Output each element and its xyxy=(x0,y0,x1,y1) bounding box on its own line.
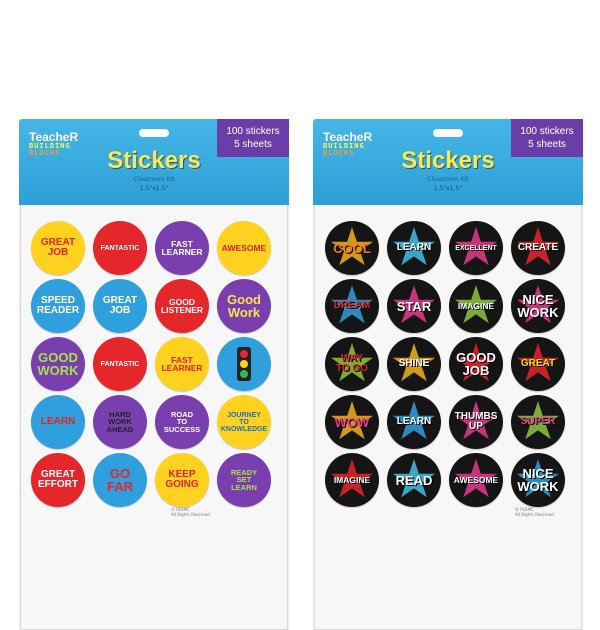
pack-subtitle: Classroom Kit xyxy=(133,176,175,183)
sticker-text: AWESOME xyxy=(221,242,267,253)
sticker: COOL xyxy=(325,221,379,275)
sticker-text: WAY TO GO xyxy=(335,353,369,374)
sticker-text: GOOD WORK xyxy=(37,350,79,378)
sticker: LEARN xyxy=(387,221,441,275)
sticker-text: FAST LEARNER xyxy=(161,354,203,373)
sticker-text: HARD WORK AHEAD xyxy=(106,409,134,434)
sticker: GREAT xyxy=(511,337,565,391)
sticker: GREAT EFFORT xyxy=(31,453,85,507)
sticker-text: GREAT xyxy=(520,358,556,369)
sticker: NICE WORK xyxy=(511,279,565,333)
sticker: GOOD JOB xyxy=(449,337,503,391)
traffic-light-icon xyxy=(237,347,251,381)
sticker-text: NICE WORK xyxy=(517,466,559,494)
sticker-text: ROAD TO SUCCESS xyxy=(163,409,201,434)
sticker-text: LEARN xyxy=(396,242,432,253)
pack-size: 1.5"x1.5" xyxy=(433,185,463,192)
sticker-text: GREAT JOB xyxy=(102,295,138,316)
sticker: HARD WORK AHEAD xyxy=(93,395,147,449)
sticker-text: LEARN xyxy=(40,416,76,427)
sticker: Good Work xyxy=(217,279,271,333)
sticker: THUMBS UP xyxy=(449,395,503,449)
sticker-text: DREAM xyxy=(333,300,371,311)
sticker: AWESOME xyxy=(217,221,271,275)
pack-header: TeacheR BUILDING BLOCKS 100 stickers 5 s… xyxy=(313,119,583,205)
sticker: GO FAR xyxy=(93,453,147,507)
sticker: NICE WORK xyxy=(511,453,565,507)
sticker-text: GREAT JOB xyxy=(40,237,76,258)
sticker-sheet: COOL LEARN EXCELLENT CREATE DREAM STAR IMAGINE… xyxy=(325,221,571,507)
sticker-sheet: GREAT JOB FANTASTIC FAST LEARNER AWESOME SPE… xyxy=(31,221,277,507)
sticker-text: THUMBS UP xyxy=(454,411,498,432)
sticker-text: FANTASTIC xyxy=(100,244,140,252)
sticker: KEEP GOING xyxy=(155,453,209,507)
sticker: READ xyxy=(387,453,441,507)
pack-subtitle: Classroom Kit xyxy=(427,176,469,183)
sticker-text: AWESOME xyxy=(453,474,499,485)
sticker: FANTASTIC xyxy=(93,337,147,391)
sticker: EXCELLENT xyxy=(449,221,503,275)
sticker-text: KEEP GOING xyxy=(165,469,199,490)
sticker: SUPER xyxy=(511,395,565,449)
sticker: AWESOME xyxy=(449,453,503,507)
sticker: WAY TO GO xyxy=(325,337,379,391)
hang-hole xyxy=(139,129,169,137)
sticker: IMAGINE xyxy=(449,279,503,333)
sticker: GREAT JOB xyxy=(31,221,85,275)
sticker-text: GOOD JOB xyxy=(456,350,496,378)
sticker-text: SUPER xyxy=(520,416,556,427)
copyright-text: © PLSMC All Rights Reserved xyxy=(515,507,554,517)
sticker: STAR xyxy=(387,279,441,333)
sticker-text: EXCELLENT xyxy=(455,244,497,252)
sticker-text: READ xyxy=(395,472,433,488)
sticker: ROAD TO SUCCESS xyxy=(155,395,209,449)
sticker-text: GREAT EFFORT xyxy=(38,469,78,490)
sticker: JOURNEY TO KNOWLEDGE xyxy=(217,395,271,449)
sticker-text: GO FAR xyxy=(107,466,133,494)
sticker-text: NICE WORK xyxy=(517,292,559,320)
sticker: WOW xyxy=(325,395,379,449)
sticker-text: Good Work xyxy=(227,292,261,320)
sticker-text: FAST LEARNER xyxy=(161,238,203,257)
sticker: SPEED READER xyxy=(31,279,85,333)
sticker: LEARN xyxy=(387,395,441,449)
sticker-text: CREATE xyxy=(517,242,559,253)
sticker: GOOD WORK xyxy=(31,337,85,391)
sticker-text: IMAGINE xyxy=(333,474,371,485)
sticker: CREATE xyxy=(511,221,565,275)
sticker-text: IMAGINE xyxy=(457,300,495,311)
sticker-text: STAR xyxy=(396,298,432,314)
sticker: SHINE xyxy=(387,337,441,391)
sticker-text: READY SET LEARN xyxy=(230,467,258,492)
hang-hole xyxy=(433,129,463,137)
sticker-text: SPEED READER xyxy=(36,295,80,316)
pack-size: 1.5"x1.5" xyxy=(139,185,169,192)
sticker: FAST LEARNER xyxy=(155,221,209,275)
sticker-text: JOURNEY TO KNOWLEDGE xyxy=(220,411,268,433)
pack-title: Stickers xyxy=(107,147,201,174)
sticker-pack-left: TeacheR BUILDING BLOCKS 100 stickers 5 s… xyxy=(19,119,289,630)
sticker: GREAT JOB xyxy=(93,279,147,333)
sticker-text: WOW xyxy=(334,414,370,430)
sticker-text: FANTASTIC xyxy=(100,360,140,368)
sticker: FANTASTIC xyxy=(93,221,147,275)
sticker-text: GOOD LISTENER xyxy=(160,296,204,315)
sticker-text: LEARN xyxy=(396,416,432,427)
pack-title: Stickers xyxy=(401,147,495,174)
sticker: READY SET LEARN xyxy=(217,453,271,507)
sticker: IMAGINE xyxy=(325,453,379,507)
sticker: DREAM xyxy=(325,279,379,333)
pack-header: TeacheR BUILDING BLOCKS 100 stickers 5 s… xyxy=(19,119,289,205)
copyright-text: © PLSMC All Rights Reserved xyxy=(171,507,210,517)
sticker-text: COOL xyxy=(333,240,371,256)
sticker: GOOD LISTENER xyxy=(155,279,209,333)
sticker-pack-right: TeacheR BUILDING BLOCKS 100 stickers 5 s… xyxy=(313,119,583,630)
sticker: LEARN xyxy=(31,395,85,449)
sticker-text: SHINE xyxy=(398,358,430,369)
sticker: FAST LEARNER xyxy=(155,337,209,391)
sticker xyxy=(217,337,271,391)
